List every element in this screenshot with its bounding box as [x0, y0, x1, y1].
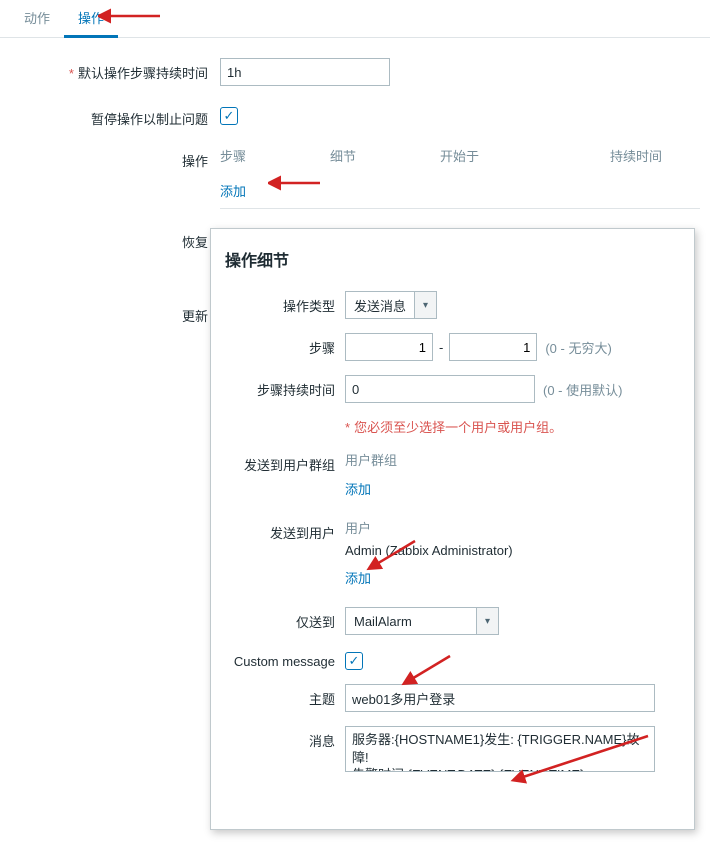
subject-label: 主题: [225, 684, 345, 708]
pause-checkbox[interactable]: ✓: [220, 107, 238, 125]
send-groups-label: 发送到用户群组: [225, 450, 345, 474]
message-textarea[interactable]: [345, 726, 655, 772]
op-type-select[interactable]: 发送消息 ▾: [345, 291, 437, 319]
groups-add-link[interactable]: 添加: [345, 479, 680, 498]
groups-header: 用户群组: [345, 450, 680, 469]
ops-table-header: 步骤 细节 开始于 持续时间: [220, 146, 700, 173]
step-label: 步骤: [225, 333, 345, 357]
update-label: 更新: [0, 301, 220, 325]
chevron-down-icon: ▾: [476, 608, 498, 634]
tab-action[interactable]: 动作: [10, 0, 64, 37]
users-header: 用户: [345, 518, 680, 537]
subject-input[interactable]: [345, 684, 655, 712]
recover-label: 恢复: [0, 227, 220, 251]
must-select-warning: *您必须至少选择一个用户或用户组。: [345, 417, 680, 436]
operations-label: 操作: [0, 146, 220, 170]
operation-details-popup: 操作细节 操作类型 发送消息 ▾ 步骤 - (0 - 无穷大) 步骤持续时间: [210, 228, 695, 830]
custom-msg-checkbox[interactable]: ✓: [345, 652, 363, 670]
step-hint: (0 - 无穷大): [545, 338, 611, 357]
only-to-label: 仅送到: [225, 607, 345, 631]
send-users-label: 发送到用户: [225, 518, 345, 542]
step-from-input[interactable]: [345, 333, 433, 361]
tab-operations[interactable]: 操作: [64, 0, 118, 38]
user-line: Admin (Zabbix Administrator): [345, 543, 680, 558]
default-step-duration-input[interactable]: [220, 58, 390, 86]
step-to-input[interactable]: [449, 333, 537, 361]
popup-title: 操作细节: [225, 247, 680, 271]
step-duration-hint: (0 - 使用默认): [543, 380, 622, 399]
tab-bar: 动作 操作: [0, 0, 710, 38]
step-duration-input[interactable]: [345, 375, 535, 403]
custom-msg-label: Custom message: [225, 649, 345, 669]
op-type-label: 操作类型: [225, 291, 345, 315]
users-add-link[interactable]: 添加: [345, 568, 680, 587]
step-duration-label: 步骤持续时间: [225, 375, 345, 399]
only-to-select[interactable]: MailAlarm ▾: [345, 607, 499, 635]
pause-label: 暂停操作以制止问题: [0, 104, 220, 128]
chevron-down-icon: ▾: [414, 292, 436, 318]
message-label: 消息: [225, 726, 345, 750]
ops-add-link[interactable]: 添加: [220, 173, 700, 209]
default-step-duration-label: *默认操作步骤持续时间: [0, 58, 220, 82]
